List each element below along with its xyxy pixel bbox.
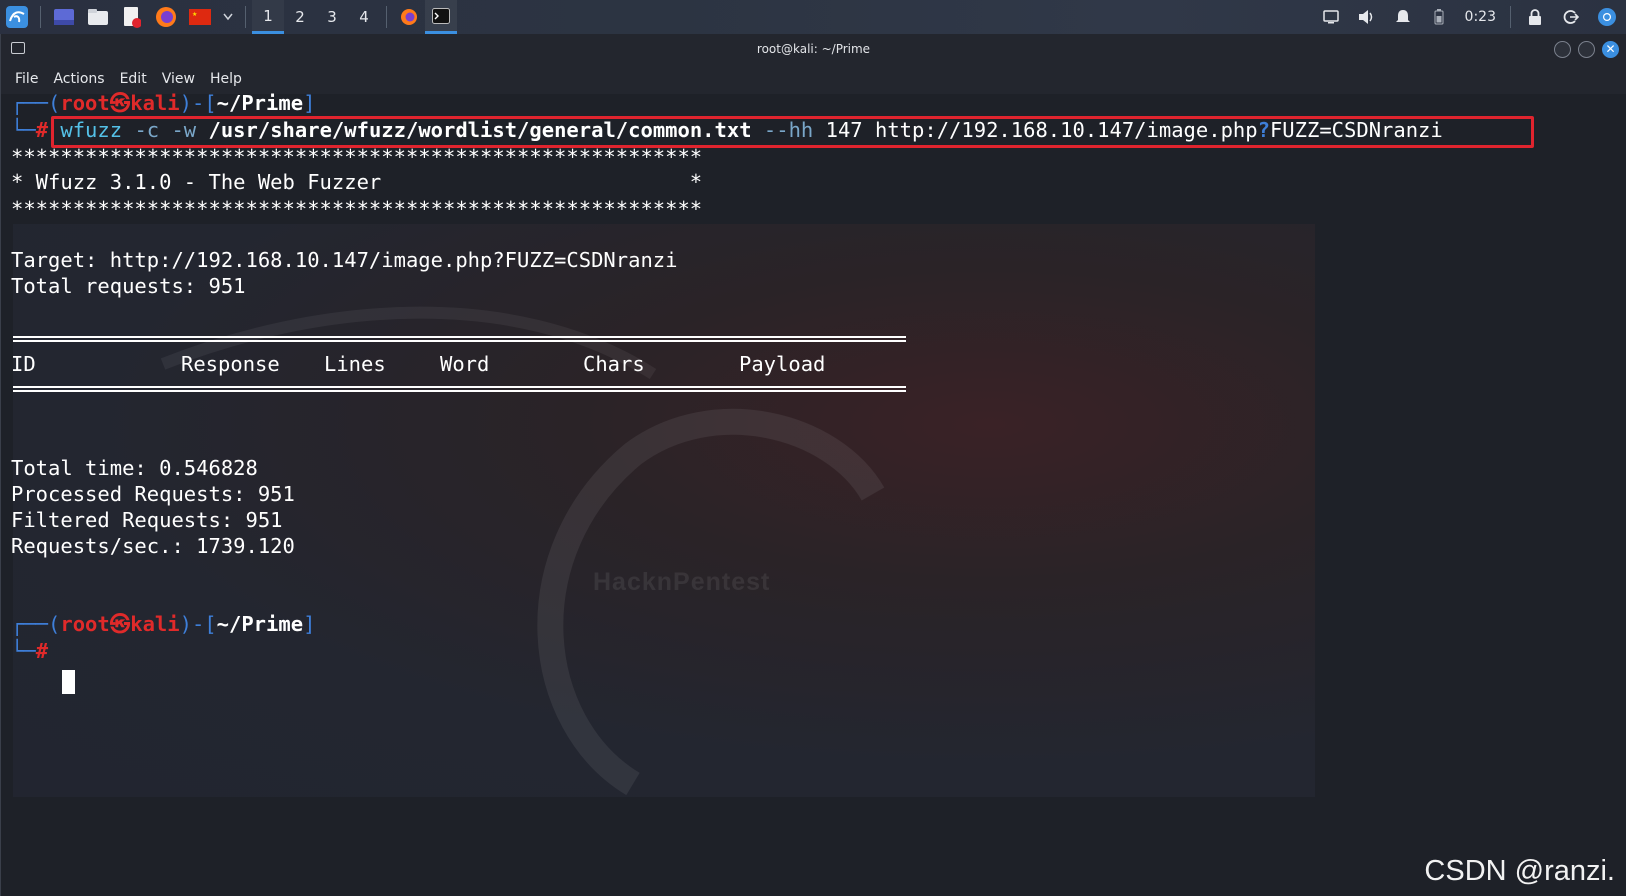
menu-actions[interactable]: Actions [53,71,104,87]
workspace-2[interactable]: 2 [284,0,316,34]
prompt-corner: └─ [11,639,36,663]
chromium-icon[interactable] [1596,6,1618,28]
system-tray: 0:23 [1313,0,1626,34]
svg-text:★: ★ [192,11,197,18]
root-hash: # [35,118,49,142]
task-terminal[interactable] [425,0,457,34]
prompt-user: root [60,612,110,636]
menu-view[interactable]: View [162,71,195,87]
maximize-button[interactable] [1578,41,1595,58]
firefox-launcher-icon[interactable] [153,5,179,29]
prompt-host: kali [130,612,180,636]
display-icon[interactable] [1320,6,1342,28]
table-rule-bottom [13,386,906,392]
file-manager-icon[interactable] [85,5,111,29]
col-id: ID [11,352,36,376]
terminal-output[interactable]: HacknPentest ┌──(root㉿kali)-[~/Prime] └─… [1,91,1626,896]
workspace-4[interactable]: 4 [348,0,380,34]
menu-file[interactable]: File [15,71,38,87]
banner-stars-bottom: ****************************************… [11,197,703,221]
prompt-close: ] [303,612,316,636]
rps-line: Requests/sec.: 1739.120 [11,534,295,558]
col-word: Word [440,352,490,376]
menu-help[interactable]: Help [210,71,242,87]
terminal-icon [432,7,450,24]
firefox-icon [401,9,417,25]
prompt-line: ┌──(root㉿kali)-[~/Prime] [11,90,315,116]
top-panel: ★ 1 2 3 4 0:23 [0,0,1626,34]
prompt-open: ┌──( [11,91,61,115]
show-desktop-icon[interactable] [51,5,77,29]
prompt-corner: └─ [11,118,36,142]
banner-title: * Wfuzz 3.1.0 - The Web Fuzzer * [11,170,703,194]
window-title: root@kali: ~/Prime [756,42,871,56]
lock-icon[interactable] [1524,6,1546,28]
filtered-line: Filtered Requests: 951 [11,508,283,532]
csdn-watermark: CSDN @ranzi. [1424,855,1615,887]
col-response: Response [181,352,280,376]
minimize-button[interactable] [1554,41,1571,58]
table-rule-top [13,336,906,342]
prompt-open: ┌──( [11,612,61,636]
total-time-line: Total time: 0.546828 [11,456,258,480]
prompt-path: ~/Prime [216,612,304,636]
menu-edit[interactable]: Edit [120,71,147,87]
target-line: Target: http://192.168.10.147/image.php?… [11,248,678,272]
workspace-3[interactable]: 3 [316,0,348,34]
col-chars: Chars [583,352,645,376]
processed-line: Processed Requests: 951 [11,482,295,506]
chevron-down-icon[interactable] [221,5,235,29]
col-lines: Lines [324,352,386,376]
prompt-line-2: ┌──(root㉿kali)-[~/Prime] [11,611,315,637]
close-button[interactable]: ✕ [1602,41,1619,58]
panel-separator [40,6,41,28]
notification-bell-icon[interactable] [1392,6,1414,28]
total-requests-line: Total requests: 951 [11,274,246,298]
prompt-path: ~/Prime [216,91,304,115]
workspace-1[interactable]: 1 [252,0,284,34]
panel-separator [1510,6,1511,28]
input-line[interactable]: └─# [11,638,48,664]
title-bar[interactable]: root@kali: ~/Prime ✕ [1,34,1626,64]
terminal-window: root@kali: ~/Prime ✕ File Actions Edit V… [0,34,1626,896]
prompt-mid: )-[ [179,91,217,115]
banner-stars-top: ****************************************… [11,145,703,169]
root-hash: # [35,639,49,663]
flag-app-icon[interactable]: ★ [187,5,213,29]
logout-icon[interactable] [1560,6,1582,28]
prompt-close: ] [303,91,316,115]
task-firefox[interactable] [393,0,425,34]
col-payload: Payload [739,352,826,376]
hacknpentest-logo: HacknPentest [593,568,771,596]
volume-icon[interactable] [1356,6,1378,28]
panel-separator [245,6,246,28]
text-cursor [62,670,75,694]
panel-separator [386,6,387,28]
battery-icon[interactable] [1428,6,1450,28]
skull-icon: ㉿ [109,612,131,636]
kali-menu-icon[interactable] [4,5,30,29]
prompt-mid: )-[ [179,612,217,636]
text-editor-icon[interactable] [119,5,145,29]
clock[interactable]: 0:23 [1465,9,1496,25]
skull-icon: ㉿ [109,91,131,115]
terminal-app-icon[interactable] [11,42,25,54]
prompt-user: root [60,91,110,115]
prompt-host: kali [130,91,180,115]
